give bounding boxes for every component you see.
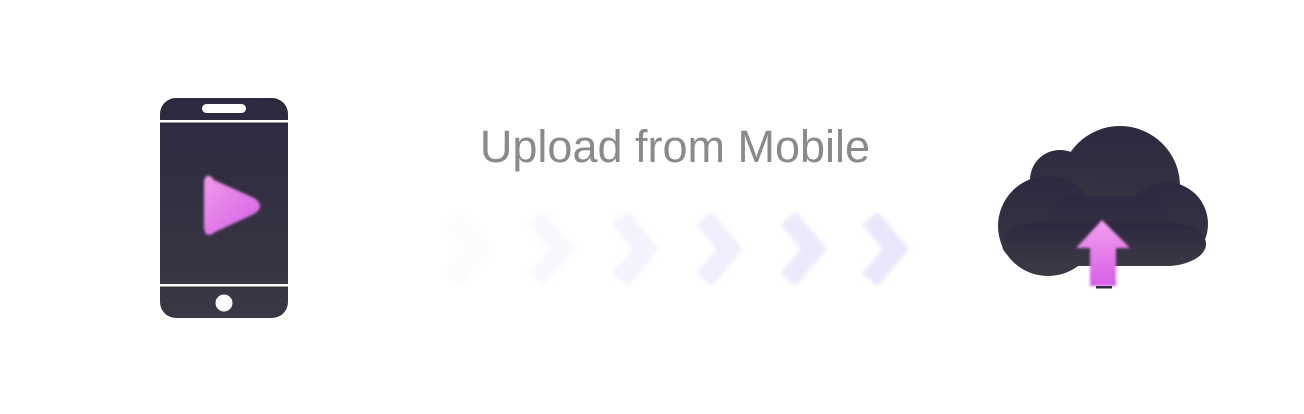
cloud-upload-icon [998, 126, 1210, 290]
smartphone-icon [158, 96, 290, 320]
chevron-right-icon [780, 211, 828, 287]
upload-title: Upload from Mobile [479, 121, 871, 172]
chevron-right-icon [528, 211, 576, 287]
upload-from-mobile-banner: Upload from Mobile [0, 0, 1304, 414]
progress-arrows [440, 211, 920, 287]
chevron-right-icon [862, 211, 910, 287]
chevron-right-icon [612, 211, 660, 287]
chevron-right-icon [444, 211, 492, 287]
chevron-right-icon [696, 211, 744, 287]
